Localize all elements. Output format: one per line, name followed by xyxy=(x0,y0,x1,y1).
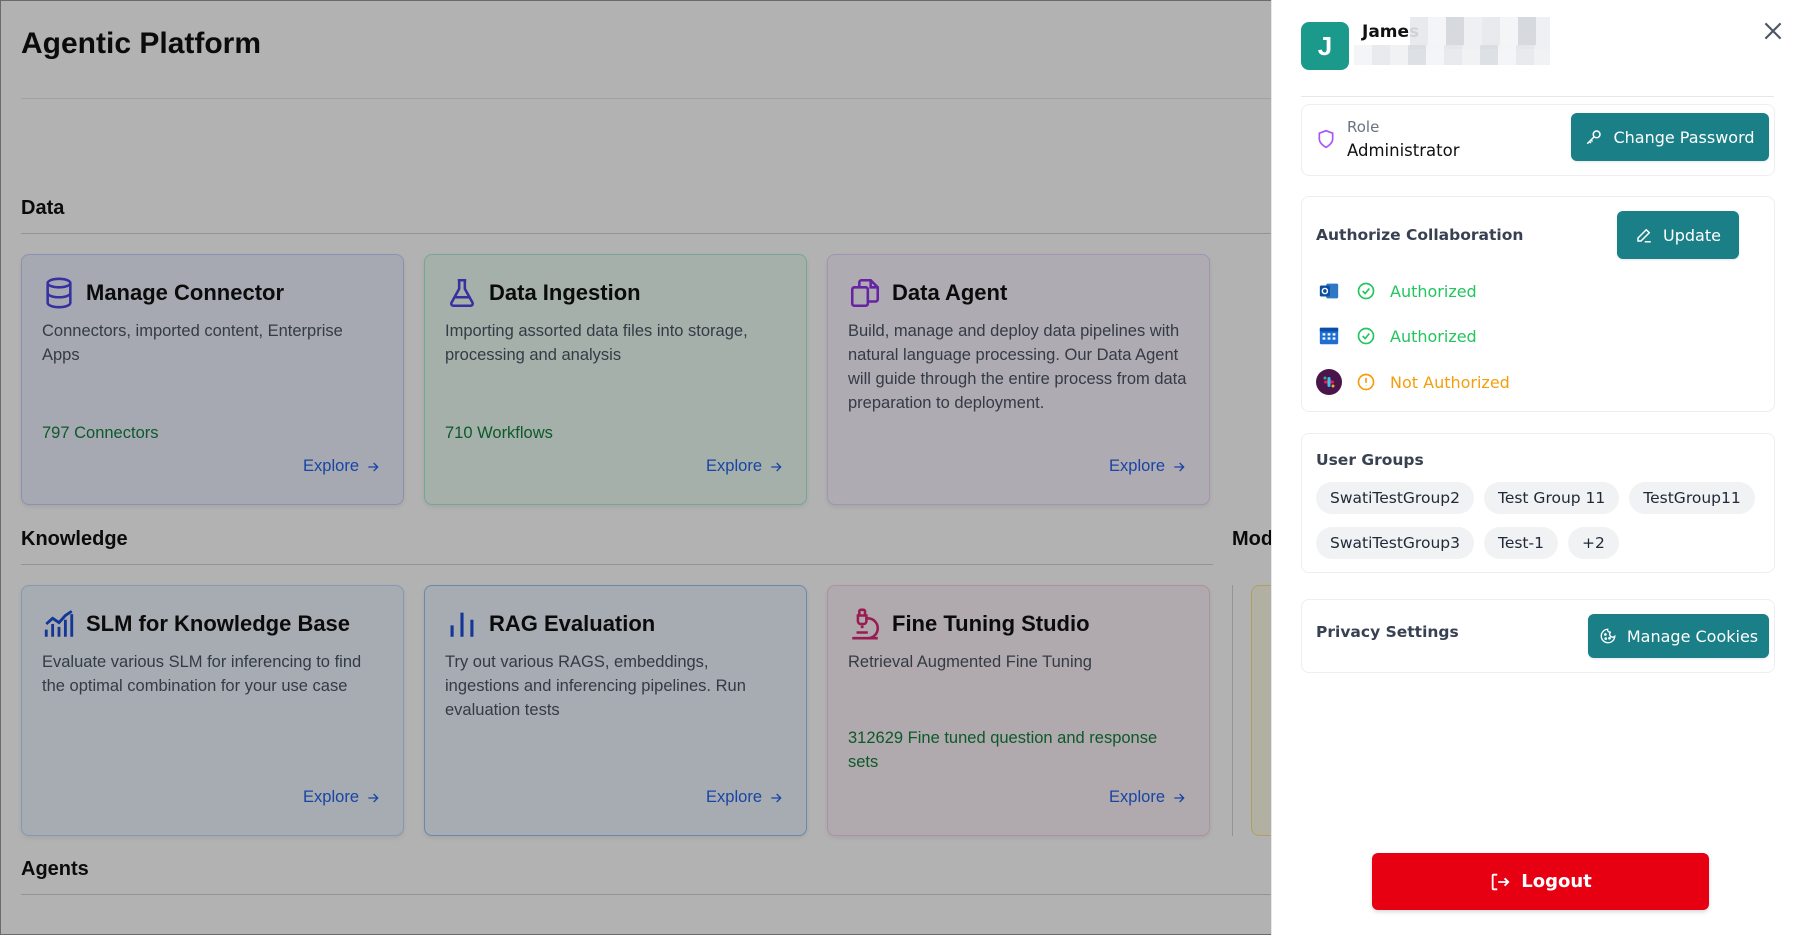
logout-icon xyxy=(1491,873,1510,890)
more-groups-chip[interactable]: +2 xyxy=(1567,527,1619,559)
user-groups-panel: User Groups SwatiTestGroup2 Test Group 1… xyxy=(1301,433,1775,573)
collaboration-panel: Authorize Collaboration Update Authorize… xyxy=(1301,196,1775,412)
auth-status: Authorized xyxy=(1390,281,1477,301)
update-button[interactable]: Update xyxy=(1617,211,1739,259)
manage-cookies-label: Manage Cookies xyxy=(1626,626,1759,646)
manage-cookies-button[interactable]: Manage Cookies xyxy=(1588,614,1769,658)
check-circle-icon xyxy=(1357,327,1375,345)
auth-row-slack: Not Authorized xyxy=(1316,367,1510,397)
shield-icon xyxy=(1318,129,1334,149)
group-chip[interactable]: SwatiTestGroup3 xyxy=(1316,527,1474,559)
group-chip[interactable]: SwatiTestGroup2 xyxy=(1316,482,1474,514)
auth-status: Authorized xyxy=(1390,326,1477,346)
logout-button[interactable]: Logout xyxy=(1372,853,1709,910)
role-value: Administrator xyxy=(1347,141,1460,160)
group-chip-list: SwatiTestGroup2 Test Group 11 TestGroup1… xyxy=(1316,482,1756,559)
change-password-label: Change Password xyxy=(1613,127,1755,147)
group-chip[interactable]: Test-1 xyxy=(1483,527,1558,559)
logout-label: Logout xyxy=(1521,871,1592,892)
calendar-icon xyxy=(1316,323,1342,349)
collaboration-title: Authorize Collaboration xyxy=(1316,226,1524,244)
cookie-icon xyxy=(1600,628,1616,644)
close-icon[interactable] xyxy=(1760,18,1786,44)
change-password-button[interactable]: Change Password xyxy=(1571,113,1769,161)
privacy-title: Privacy Settings xyxy=(1316,623,1459,641)
privacy-panel: Privacy Settings Manage Cookies xyxy=(1301,599,1775,673)
redacted-email xyxy=(1354,45,1550,65)
update-label: Update xyxy=(1663,225,1721,245)
check-circle-icon xyxy=(1357,282,1375,300)
modal-backdrop[interactable] xyxy=(0,0,1271,935)
group-chip[interactable]: Test Group 11 xyxy=(1483,482,1620,514)
pencil-icon xyxy=(1637,228,1651,243)
key-icon xyxy=(1587,130,1602,145)
header-divider xyxy=(1301,96,1774,97)
auth-status: Not Authorized xyxy=(1390,372,1510,392)
slack-icon xyxy=(1316,369,1342,395)
auth-row-outlook: Authorized xyxy=(1316,276,1477,306)
user-groups-title: User Groups xyxy=(1316,451,1424,469)
profile-drawer: J James Role Administrator Change Passwo… xyxy=(1271,0,1804,935)
avatar: J xyxy=(1301,22,1349,70)
alert-circle-icon xyxy=(1357,373,1375,391)
role-label: Role xyxy=(1347,118,1380,136)
auth-row-calendar: Authorized xyxy=(1316,321,1477,351)
role-panel: Role Administrator Change Password xyxy=(1301,104,1775,176)
outlook-icon xyxy=(1316,278,1342,304)
group-chip[interactable]: TestGroup11 xyxy=(1629,482,1755,514)
